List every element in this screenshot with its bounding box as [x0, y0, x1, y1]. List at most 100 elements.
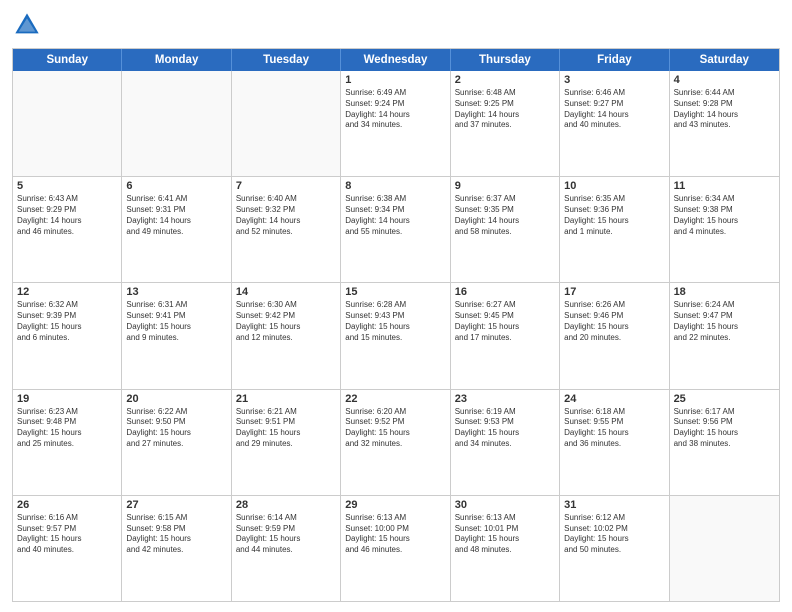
calendar-day-2: 2 Sunrise: 6:48 AM Sunset: 9:25 PM Daylig… [451, 71, 560, 176]
day-info: Sunrise: 6:32 AM Sunset: 9:39 PM Dayligh… [17, 300, 117, 343]
day-info: Sunrise: 6:40 AM Sunset: 9:32 PM Dayligh… [236, 194, 336, 237]
day-number: 28 [236, 499, 336, 511]
day-number: 26 [17, 499, 117, 511]
logo-icon [12, 10, 42, 40]
calendar-day-20: 20 Sunrise: 6:22 AM Sunset: 9:50 PM Dayli… [122, 390, 231, 495]
calendar-day-17: 17Sunrise: 6:26 AM Sunset: 9:46 PM Dayli… [560, 283, 669, 388]
day-number: 24 [564, 393, 664, 405]
calendar-body: 1 Sunrise: 6:49 AM Sunset: 9:24 PM Daylig… [13, 71, 779, 601]
page: SundayMondayTuesdayWednesdayThursdayFrid… [0, 0, 792, 612]
day-number: 6 [126, 180, 226, 192]
day-number: 31 [564, 499, 664, 511]
day-info: Sunrise: 6:48 AM Sunset: 9:25 PM Dayligh… [455, 88, 555, 131]
header-day-wednesday: Wednesday [341, 49, 450, 71]
calendar: SundayMondayTuesdayWednesdayThursdayFrid… [12, 48, 780, 602]
calendar-day-22: 22 Sunrise: 6:20 AM Sunset: 9:52 PM Dayli… [341, 390, 450, 495]
day-number: 23 [455, 393, 555, 405]
day-number: 20 [126, 393, 226, 405]
calendar-day-8: 8 Sunrise: 6:38 AM Sunset: 9:34 PM Daylig… [341, 177, 450, 282]
day-info: Sunrise: 6:38 AM Sunset: 9:34 PM Dayligh… [345, 194, 445, 237]
day-info: Sunrise: 6:21 AM Sunset: 9:51 PM Dayligh… [236, 407, 336, 450]
calendar-cell-empty [670, 496, 779, 601]
day-info: Sunrise: 6:20 AM Sunset: 9:52 PM Dayligh… [345, 407, 445, 450]
calendar-week-0: 1 Sunrise: 6:49 AM Sunset: 9:24 PM Daylig… [13, 71, 779, 177]
day-number: 5 [17, 180, 117, 192]
calendar-day-28: 28 Sunrise: 6:14 AM Sunset: 9:59 PM Dayli… [232, 496, 341, 601]
calendar-day-30: 30 Sunrise: 6:13 AM Sunset: 10:01 PM Dayl… [451, 496, 560, 601]
header-day-friday: Friday [560, 49, 669, 71]
calendar-day-4: 4Sunrise: 6:44 AM Sunset: 9:28 PM Daylig… [670, 71, 779, 176]
day-info: Sunrise: 6:24 AM Sunset: 9:47 PM Dayligh… [674, 300, 775, 343]
logo [12, 10, 46, 40]
day-info: Sunrise: 6:34 AM Sunset: 9:38 PM Dayligh… [674, 194, 775, 237]
calendar-day-13: 13Sunrise: 6:31 AM Sunset: 9:41 PM Dayli… [122, 283, 231, 388]
calendar-cell-empty [232, 71, 341, 176]
calendar-day-21: 21 Sunrise: 6:21 AM Sunset: 9:51 PM Dayli… [232, 390, 341, 495]
day-number: 7 [236, 180, 336, 192]
day-info: Sunrise: 6:41 AM Sunset: 9:31 PM Dayligh… [126, 194, 226, 237]
day-info: Sunrise: 6:31 AM Sunset: 9:41 PM Dayligh… [126, 300, 226, 343]
day-number: 15 [345, 286, 445, 298]
day-info: Sunrise: 6:22 AM Sunset: 9:50 PM Dayligh… [126, 407, 226, 450]
calendar-day-5: 5 Sunrise: 6:43 AM Sunset: 9:29 PM Daylig… [13, 177, 122, 282]
day-info: Sunrise: 6:35 AM Sunset: 9:36 PM Dayligh… [564, 194, 664, 237]
day-number: 25 [674, 393, 775, 405]
calendar-week-2: 12Sunrise: 6:32 AM Sunset: 9:39 PM Dayli… [13, 283, 779, 389]
day-number: 11 [674, 180, 775, 192]
calendar-day-24: 24 Sunrise: 6:18 AM Sunset: 9:55 PM Dayli… [560, 390, 669, 495]
day-number: 8 [345, 180, 445, 192]
header-day-thursday: Thursday [451, 49, 560, 71]
day-info: Sunrise: 6:18 AM Sunset: 9:55 PM Dayligh… [564, 407, 664, 450]
day-info: Sunrise: 6:30 AM Sunset: 9:42 PM Dayligh… [236, 300, 336, 343]
day-number: 30 [455, 499, 555, 511]
calendar-day-27: 27Sunrise: 6:15 AM Sunset: 9:58 PM Dayli… [122, 496, 231, 601]
header [12, 10, 780, 40]
calendar-day-9: 9 Sunrise: 6:37 AM Sunset: 9:35 PM Daylig… [451, 177, 560, 282]
calendar-week-4: 26Sunrise: 6:16 AM Sunset: 9:57 PM Dayli… [13, 496, 779, 601]
day-number: 10 [564, 180, 664, 192]
day-number: 1 [345, 74, 445, 86]
day-number: 14 [236, 286, 336, 298]
header-day-sunday: Sunday [13, 49, 122, 71]
day-number: 4 [674, 74, 775, 86]
day-number: 29 [345, 499, 445, 511]
day-number: 27 [126, 499, 226, 511]
day-info: Sunrise: 6:23 AM Sunset: 9:48 PM Dayligh… [17, 407, 117, 450]
day-number: 19 [17, 393, 117, 405]
day-number: 9 [455, 180, 555, 192]
calendar-week-1: 5 Sunrise: 6:43 AM Sunset: 9:29 PM Daylig… [13, 177, 779, 283]
header-day-saturday: Saturday [670, 49, 779, 71]
calendar-day-1: 1 Sunrise: 6:49 AM Sunset: 9:24 PM Daylig… [341, 71, 450, 176]
calendar-day-23: 23Sunrise: 6:19 AM Sunset: 9:53 PM Dayli… [451, 390, 560, 495]
calendar-day-11: 11 Sunrise: 6:34 AM Sunset: 9:38 PM Dayli… [670, 177, 779, 282]
calendar-day-25: 25Sunrise: 6:17 AM Sunset: 9:56 PM Dayli… [670, 390, 779, 495]
calendar-day-6: 6 Sunrise: 6:41 AM Sunset: 9:31 PM Daylig… [122, 177, 231, 282]
day-number: 22 [345, 393, 445, 405]
day-number: 3 [564, 74, 664, 86]
day-info: Sunrise: 6:28 AM Sunset: 9:43 PM Dayligh… [345, 300, 445, 343]
day-info: Sunrise: 6:13 AM Sunset: 10:01 PM Daylig… [455, 513, 555, 556]
day-info: Sunrise: 6:13 AM Sunset: 10:00 PM Daylig… [345, 513, 445, 556]
calendar-cell-empty [122, 71, 231, 176]
day-info: Sunrise: 6:26 AM Sunset: 9:46 PM Dayligh… [564, 300, 664, 343]
day-info: Sunrise: 6:27 AM Sunset: 9:45 PM Dayligh… [455, 300, 555, 343]
day-info: Sunrise: 6:49 AM Sunset: 9:24 PM Dayligh… [345, 88, 445, 131]
calendar-cell-empty [13, 71, 122, 176]
calendar-day-19: 19 Sunrise: 6:23 AM Sunset: 9:48 PM Dayli… [13, 390, 122, 495]
day-info: Sunrise: 6:46 AM Sunset: 9:27 PM Dayligh… [564, 88, 664, 131]
calendar-header: SundayMondayTuesdayWednesdayThursdayFrid… [13, 49, 779, 71]
day-info: Sunrise: 6:14 AM Sunset: 9:59 PM Dayligh… [236, 513, 336, 556]
day-number: 2 [455, 74, 555, 86]
calendar-day-29: 29 Sunrise: 6:13 AM Sunset: 10:00 PM Dayl… [341, 496, 450, 601]
calendar-day-18: 18Sunrise: 6:24 AM Sunset: 9:47 PM Dayli… [670, 283, 779, 388]
calendar-week-3: 19 Sunrise: 6:23 AM Sunset: 9:48 PM Dayli… [13, 390, 779, 496]
header-day-monday: Monday [122, 49, 231, 71]
calendar-day-15: 15 Sunrise: 6:28 AM Sunset: 9:43 PM Dayli… [341, 283, 450, 388]
day-info: Sunrise: 6:37 AM Sunset: 9:35 PM Dayligh… [455, 194, 555, 237]
day-info: Sunrise: 6:43 AM Sunset: 9:29 PM Dayligh… [17, 194, 117, 237]
calendar-day-14: 14 Sunrise: 6:30 AM Sunset: 9:42 PM Dayli… [232, 283, 341, 388]
day-info: Sunrise: 6:12 AM Sunset: 10:02 PM Daylig… [564, 513, 664, 556]
calendar-day-31: 31 Sunrise: 6:12 AM Sunset: 10:02 PM Dayl… [560, 496, 669, 601]
day-number: 21 [236, 393, 336, 405]
calendar-day-10: 10 Sunrise: 6:35 AM Sunset: 9:36 PM Dayli… [560, 177, 669, 282]
